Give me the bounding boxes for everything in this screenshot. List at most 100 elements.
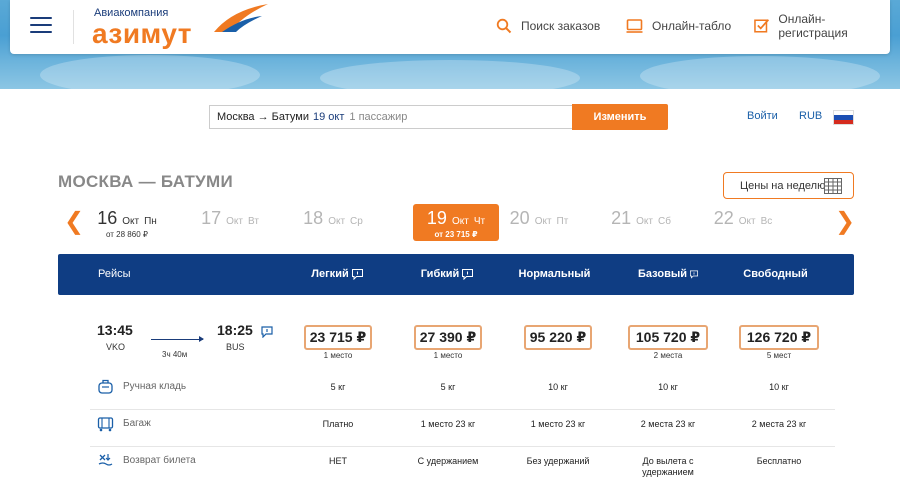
route-title: МОСКВА — БАТУМИ: [58, 172, 234, 191]
nav-label: Онлайн-регистрация: [778, 12, 848, 40]
feature-value: Без удержаний: [526, 456, 590, 466]
fare-name: Легкий: [311, 268, 349, 280]
feature-value: 5 кг: [330, 382, 346, 392]
nav-order-search[interactable]: Поиск заказов: [496, 16, 600, 36]
date-weekday: Сб: [657, 216, 671, 227]
fare-column-header: Базовый: [638, 268, 698, 280]
date-month: Окт: [122, 216, 140, 227]
date-month: Окт: [451, 216, 469, 227]
info-tooltip-icon[interactable]: [351, 268, 363, 280]
fare-price-button[interactable]: 105 720 ₽: [628, 325, 708, 350]
week-prices-button[interactable]: Цены на неделю: [723, 172, 854, 199]
feature-value: До вылета с удержанием: [642, 456, 694, 477]
date-day: 21: [611, 208, 632, 228]
logo-wing-icon: [214, 4, 268, 32]
date-day: 22: [713, 208, 734, 228]
date-option-3[interactable]: 19 Окт Чт от 23 715 ₽: [413, 204, 499, 241]
fare-table-header: Рейсы Легкий Гибкий Нормальный Базовый Свобо…: [58, 254, 854, 295]
date-weekday: Пн: [144, 216, 157, 227]
menu-icon[interactable]: [30, 17, 52, 35]
seats-left: 1 место: [323, 351, 353, 360]
seats-left: 5 мест: [766, 351, 792, 360]
seats-left: 2 места: [653, 351, 683, 360]
arrival-airport: BUS: [226, 342, 245, 352]
info-tooltip-icon[interactable]: [690, 269, 698, 280]
date-month: Окт: [534, 216, 552, 227]
fare-price-button[interactable]: 23 715 ₽: [304, 325, 372, 350]
calendar-grid-icon: [824, 178, 842, 194]
prev-week-arrow-icon[interactable]: ❮: [64, 207, 84, 236]
feature-label: Ручная кладь: [123, 381, 187, 392]
luggage-icon: [97, 415, 123, 432]
feature-value: 10 кг: [769, 382, 789, 392]
date-month: Окт: [738, 216, 756, 227]
feature-row-label: Возврат билета: [97, 452, 196, 469]
flight-duration: 3ч 40м: [162, 350, 188, 359]
feature-label: Багаж: [123, 418, 151, 429]
fare-column-header: Свободный: [743, 268, 807, 280]
date-day: 16: [97, 208, 118, 228]
date-day: 19: [426, 208, 447, 228]
date-option-4[interactable]: 20 Окт Пт: [496, 204, 582, 241]
date-month: Окт: [328, 216, 346, 227]
date-min-price: от 28 860 ₽: [106, 230, 148, 239]
flight-path-arrow-icon: [151, 336, 204, 342]
date-option-0[interactable]: 16 Окт Пн от 28 860 ₽: [84, 204, 170, 241]
feature-value: НЕТ: [329, 456, 347, 466]
logo-title: азимут: [92, 18, 193, 49]
fare-name: Гибкий: [420, 268, 460, 280]
search-icon: [496, 18, 512, 34]
language-flag-icon[interactable]: [833, 110, 854, 125]
feature-value: 5 кг: [440, 382, 456, 392]
date-weekday: Вс: [760, 216, 773, 227]
feature-value: 10 кг: [658, 382, 678, 392]
arrival-time: 18:25: [217, 322, 253, 338]
change-search-button[interactable]: Изменить: [572, 104, 668, 130]
fare-price-button[interactable]: 126 720 ₽: [739, 325, 819, 350]
date-option-6[interactable]: 22 Окт Вс: [700, 204, 786, 241]
date-option-1[interactable]: 17 Окт Вт: [187, 204, 273, 241]
info-tooltip-icon[interactable]: [462, 268, 474, 280]
departure-time: 13:45: [97, 322, 133, 338]
date-weekday: Чт: [473, 216, 486, 227]
search-summary[interactable]: Москва → Батуми 19 окт 1 пассажир: [209, 105, 572, 129]
cloud: [40, 55, 260, 89]
date-month: Окт: [226, 216, 243, 227]
fare-column-header: Легкий: [307, 268, 367, 280]
feature-value: 2 места 23 кг: [751, 419, 807, 429]
fare-price-button[interactable]: 95 220 ₽: [524, 325, 592, 350]
monitor-icon: [626, 18, 643, 33]
search-date: 19 окт: [313, 111, 345, 123]
feature-row-label: Багаж: [97, 415, 151, 432]
feature-value: 1 место 23 кг: [530, 419, 586, 429]
search-route: Москва → Батуми: [217, 111, 310, 123]
feature-label: Возврат билета: [123, 455, 196, 466]
currency-selector[interactable]: RUB: [799, 110, 822, 122]
departure-airport: VKO: [106, 342, 126, 352]
fare-price-button[interactable]: 27 390 ₽: [414, 325, 482, 350]
refund-icon: [97, 452, 123, 469]
top-header: Авиакомпания азимут Поиск заказов Онлайн…: [10, 0, 890, 54]
logo[interactable]: Авиакомпания азимут: [92, 4, 274, 49]
header-divider: [73, 10, 74, 44]
next-week-arrow-icon[interactable]: ❯: [835, 207, 855, 236]
feature-value: С удержанием: [417, 456, 479, 466]
nav-online-board[interactable]: Онлайн-табло: [626, 16, 731, 36]
date-option-2[interactable]: 18 Окт Ср: [290, 204, 376, 241]
date-min-price: от 23 715 ₽: [434, 230, 478, 239]
nav-online-checkin[interactable]: Онлайн-регистрация: [754, 12, 890, 40]
date-day: 17: [201, 208, 222, 228]
feature-value: Бесплатно: [756, 456, 802, 466]
date-weekday: Вт: [247, 216, 259, 227]
row-divider: [90, 446, 835, 447]
feature-value: 10 кг: [548, 382, 568, 392]
cloud: [640, 56, 880, 89]
date-weekday: Ср: [350, 216, 363, 227]
feature-value: 1 место 23 кг: [420, 419, 476, 429]
login-link[interactable]: Войти: [747, 110, 778, 122]
flight-details-icon[interactable]: [261, 326, 273, 338]
fare-column-header: Гибкий: [417, 268, 477, 280]
row-divider: [90, 409, 835, 410]
flights-column-header: Рейсы: [98, 268, 131, 280]
date-option-5[interactable]: 21 Окт Сб: [598, 204, 684, 241]
